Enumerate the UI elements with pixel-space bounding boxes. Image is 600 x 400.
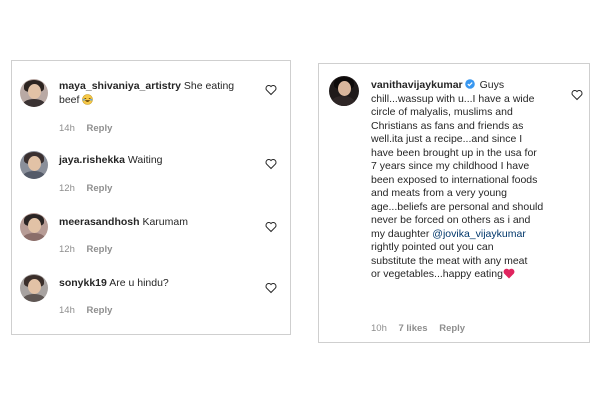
comment-line: Christians as fans and friends as	[371, 119, 524, 132]
comment-line: been exposed to international foods	[371, 173, 538, 186]
comment-line: and meats from a very young	[371, 187, 507, 199]
heart-outline-icon[interactable]	[265, 158, 277, 170]
reply-button[interactable]: Reply	[87, 123, 113, 134]
comment-line: my daughter	[371, 227, 430, 240]
comment-line: never be forced on others as i and	[371, 214, 531, 226]
comment-text: vanithavijaykumar Guys chill...wassup wi…	[371, 79, 567, 282]
mention-link[interactable]: @jovika_vijaykumar	[432, 228, 526, 240]
comment-body: Karumam	[142, 216, 188, 228]
comment-meta: 10h 7 likes Reply	[371, 323, 474, 334]
laughing-emoji-icon	[82, 93, 94, 105]
comment-time: 12h	[59, 183, 75, 194]
likes-count-link[interactable]: 7 likes	[399, 323, 428, 334]
avatar[interactable]	[20, 151, 48, 179]
comment-text: sonykk19 Are u hindu?	[59, 277, 254, 291]
comment-line: well.ita just a recipe...and since I	[371, 133, 523, 145]
verified-badge-icon	[464, 79, 475, 89]
reply-button[interactable]: Reply	[439, 323, 465, 334]
comment-time: 10h	[371, 323, 387, 334]
comment-time: 14h	[59, 305, 75, 316]
comment-meta: 14h Reply	[59, 123, 121, 134]
comment-text: maya_shivaniya_artistry She eating beef	[59, 80, 254, 107]
comment-line: substitute the meat with any meat	[371, 254, 528, 267]
comments-panel-right: vanithavijaykumar Guys chill...wassup wi…	[318, 63, 590, 343]
heart-outline-icon[interactable]	[265, 221, 277, 233]
comment-text: jaya.rishekka Waiting	[59, 154, 254, 168]
avatar[interactable]	[329, 76, 359, 106]
heart-outline-icon[interactable]	[265, 282, 277, 294]
comment-body: Waiting	[127, 154, 163, 166]
reply-button[interactable]: Reply	[87, 183, 113, 194]
comment-username[interactable]: maya_shivaniya_artistry	[59, 80, 181, 92]
comment-line: have been brought up in the usa for	[371, 146, 537, 159]
heart-outline-icon[interactable]	[265, 84, 277, 96]
comment-line: circle of malyalis, muslims and	[371, 106, 513, 118]
reply-button[interactable]: Reply	[87, 305, 113, 316]
reply-button[interactable]: Reply	[87, 244, 113, 255]
comment-username[interactable]: jaya.rishekka	[59, 154, 125, 166]
comment-text: meerasandhosh Karumam	[59, 216, 254, 230]
comment-username[interactable]: vanithavijaykumar	[371, 79, 463, 91]
comment-body: Are u hindu?	[109, 277, 169, 289]
comment-time: 14h	[59, 123, 75, 134]
comment-meta: 12h Reply	[59, 183, 121, 194]
avatar[interactable]	[20, 79, 48, 107]
comment-line: age...beliefs are personal and should	[371, 200, 544, 213]
comment-line: chill...wassup with u...I have a wide	[371, 92, 535, 105]
comment-username[interactable]: sonykk19	[59, 277, 107, 289]
comment-line: or vegetables...happy eating	[371, 268, 503, 280]
heart-outline-icon[interactable]	[571, 89, 583, 101]
comment-meta: 12h Reply	[59, 244, 121, 255]
comment-username[interactable]: meerasandhosh	[59, 216, 140, 228]
comment-line: 7 years since my childhood I have	[371, 160, 530, 172]
red-heart-emoji-icon	[503, 268, 515, 279]
comment-meta: 14h Reply	[59, 305, 121, 316]
avatar[interactable]	[20, 274, 48, 302]
comment-first-word: Guys	[479, 79, 505, 91]
comment-time: 12h	[59, 244, 75, 255]
comment-line: rightly pointed out you can	[371, 241, 494, 253]
avatar[interactable]	[20, 213, 48, 241]
comments-panel-left: maya_shivaniya_artistry She eating beef …	[11, 60, 291, 335]
